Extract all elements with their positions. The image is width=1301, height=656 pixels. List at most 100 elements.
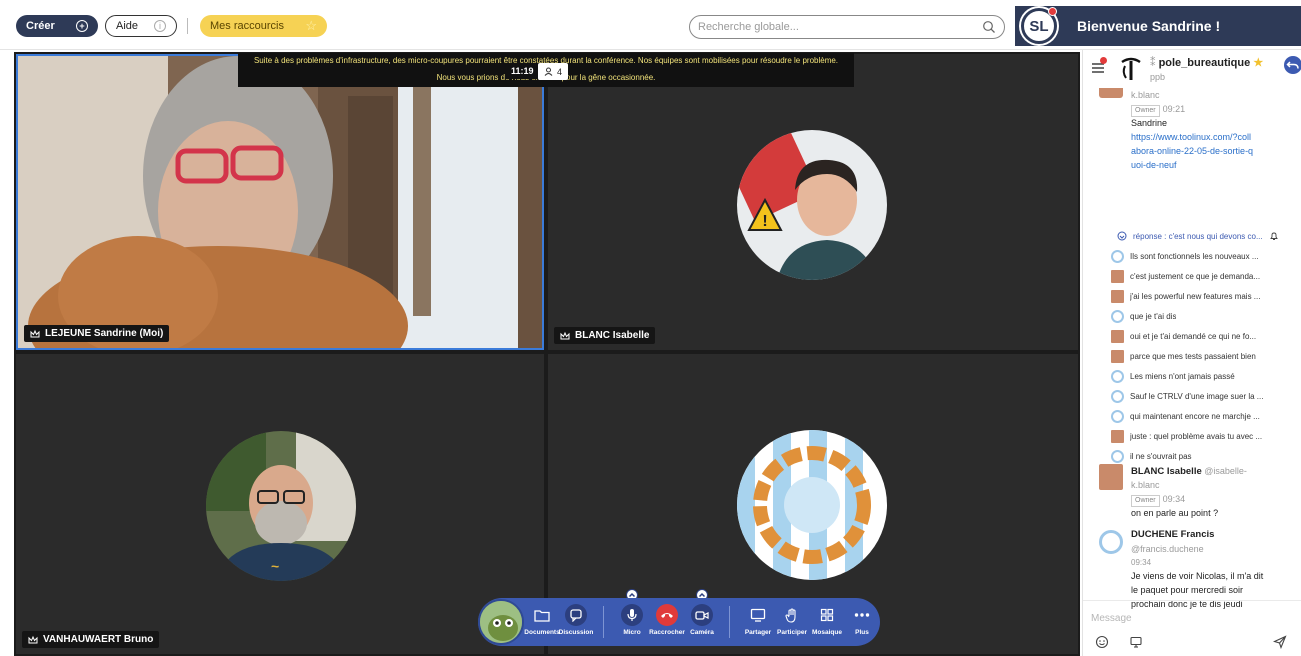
thread-message[interactable]: Les miens n'ont jamais passé	[1111, 366, 1295, 386]
participant-name: VANHAUWAERT Bruno	[43, 634, 154, 645]
sender-avatar	[1099, 88, 1123, 98]
micro-label: Micro	[623, 629, 641, 636]
participant-count[interactable]: 4	[538, 63, 569, 80]
thread-message[interactable]: que je t'ai dis	[1111, 306, 1295, 326]
thread-text: c'est justement ce que je demanda...	[1130, 271, 1261, 281]
sender-name[interactable]: DUCHENE Francis	[1131, 528, 1214, 542]
thread-message[interactable]: qui maintenant encore ne marchje ...	[1111, 406, 1295, 426]
more-label: Plus	[855, 629, 869, 636]
participant-name-tag: LEJEUNE Sandrine (Moi)	[24, 325, 170, 342]
welcome-text: Bienvenue Sandrine !	[1077, 18, 1221, 34]
svg-text:!: !	[762, 213, 767, 230]
message-link[interactable]: https://www.toolinux.com/?collabora-onli…	[1131, 130, 1256, 172]
hand-icon	[781, 604, 803, 626]
sender-avatar	[1099, 464, 1123, 490]
thread-avatar	[1111, 369, 1124, 383]
call-timer: 11:19	[505, 64, 540, 79]
thread-reply-header[interactable]: réponse : c'est nous qui devons co...	[1117, 226, 1297, 246]
thread-message[interactable]: c'est justement ce que je demanda...	[1111, 266, 1295, 286]
message-time: 09:21	[1162, 104, 1186, 114]
thread-message[interactable]: oui et je t'ai demandé ce qui ne fo...	[1111, 326, 1295, 346]
video-tile-blanc[interactable]: ! BLANC Isabelle	[548, 54, 1078, 350]
sender-name[interactable]: BLANC Isabelle	[1131, 466, 1202, 477]
discussion-label: Discussion	[558, 629, 594, 636]
chat-icon	[565, 604, 587, 626]
info-icon: i	[154, 20, 166, 32]
send-icon[interactable]	[1273, 635, 1287, 649]
top-bar: Créer + Aide i Mes raccourcis ☆ SL Bienv…	[0, 0, 1301, 50]
bell-icon[interactable]	[1269, 231, 1279, 241]
thread-text: Les miens n'ont jamais passé	[1130, 371, 1235, 381]
sender-handle: @isabelle-	[1204, 466, 1247, 476]
more-button[interactable]: Plus	[840, 604, 884, 636]
francis-logo	[737, 430, 887, 580]
participant-count-value: 4	[557, 66, 563, 77]
back-button[interactable]	[1284, 56, 1301, 74]
svg-text:~: ~	[271, 558, 279, 574]
screen-share-icon	[747, 604, 769, 626]
sender-handle: @francis.duchene	[1131, 544, 1204, 554]
thread-text: Ils sont fonctionnels les nouveaux ...	[1130, 251, 1259, 261]
camera-button[interactable]: Caméra	[680, 604, 724, 636]
search-icon[interactable]	[982, 20, 996, 34]
help-button[interactable]: Aide i	[105, 15, 177, 37]
video-tile-self[interactable]: LEJEUNE Sandrine (Moi)	[16, 54, 544, 350]
crown-icon	[560, 331, 570, 339]
thread-message[interactable]: Ils sont fonctionnels les nouveaux ...	[1111, 246, 1295, 266]
microphone-icon	[621, 604, 643, 626]
participant-avatar: ~	[206, 431, 356, 581]
thread-avatar	[1111, 309, 1124, 323]
room-title[interactable]: ⁑ pole_bureautique ★	[1150, 56, 1263, 69]
thread-avatar	[1111, 249, 1124, 263]
chat-header: ⁑ pole_bureautique ★ ppb	[1083, 50, 1301, 88]
notification-dot	[1048, 7, 1057, 16]
message-meta: Owner 09:34	[1131, 492, 1185, 507]
discussion-button[interactable]: Discussion	[554, 604, 598, 636]
help-label: Aide	[116, 20, 139, 32]
thread-text: que je t'ai dis	[1130, 311, 1177, 321]
message-header: BLANC Isabelle @isabelle-	[1131, 464, 1247, 479]
crown-icon	[28, 635, 38, 643]
participant-avatar: !	[737, 130, 887, 280]
message-list: k.blanc Owner 09:21 Sandrine https://www.…	[1083, 88, 1301, 609]
thread-message[interactable]: Sauf le CTRLV d'une image suer la ...	[1111, 386, 1295, 406]
thread-text: parce que mes tests passaient bien	[1130, 351, 1256, 361]
self-video-feed	[18, 56, 542, 348]
plus-icon: +	[76, 20, 88, 32]
thread-message[interactable]: parce que mes tests passaient bien	[1111, 346, 1295, 366]
thread-text: juste : quel problème avais tu avec ...	[1130, 431, 1263, 441]
shortcuts-button[interactable]: Mes raccourcis ☆	[200, 15, 327, 37]
call-control-bar: Documents Discussion Micro Raccrocher Ca…	[478, 598, 880, 646]
message-time: 09:34	[1131, 558, 1152, 567]
control-divider	[603, 606, 604, 638]
emoji-icon[interactable]	[1095, 635, 1109, 649]
room-subtitle: ppb	[1150, 72, 1166, 82]
message-composer	[1083, 600, 1301, 656]
search-input[interactable]	[698, 19, 978, 35]
thread-message[interactable]: il ne s'ouvrait pas	[1111, 446, 1295, 466]
thread-message[interactable]: juste : quel problème avais tu avec ...	[1111, 426, 1295, 446]
thread-avatar	[1111, 349, 1124, 363]
thread-text: qui maintenant encore ne marchje ...	[1130, 411, 1260, 421]
create-button[interactable]: Créer +	[16, 15, 98, 37]
screen-icon[interactable]	[1129, 635, 1143, 649]
reply-arrow-icon	[1286, 61, 1299, 69]
favorite-star-icon[interactable]: ★	[1253, 57, 1263, 69]
thread-avatar	[1111, 449, 1124, 463]
hangup-icon	[656, 604, 678, 626]
thread-collapse-icon	[1117, 231, 1127, 241]
sender-handle-cont: k.blanc	[1131, 480, 1160, 490]
message-time: 09:34	[1162, 494, 1186, 504]
room-name: pole_bureautique	[1158, 57, 1251, 69]
chat-panel: ⁑ pole_bureautique ★ ppb k.blanc Owner 09…	[1082, 50, 1301, 656]
global-search[interactable]	[689, 15, 1005, 39]
thread-message[interactable]: j'ai les powerful new features mais ...	[1111, 286, 1295, 306]
self-avatar[interactable]	[478, 599, 524, 645]
participant-name-tag: BLANC Isabelle	[554, 327, 656, 344]
thread-text: il ne s'ouvrait pas	[1130, 451, 1192, 461]
control-divider	[729, 606, 730, 638]
message-input[interactable]	[1091, 609, 1291, 627]
participant-name: LEJEUNE Sandrine (Moi)	[45, 328, 164, 339]
video-tile-vanhauwaert[interactable]: ~ VANHAUWAERT Bruno	[16, 354, 544, 654]
thread-avatar	[1111, 289, 1124, 303]
